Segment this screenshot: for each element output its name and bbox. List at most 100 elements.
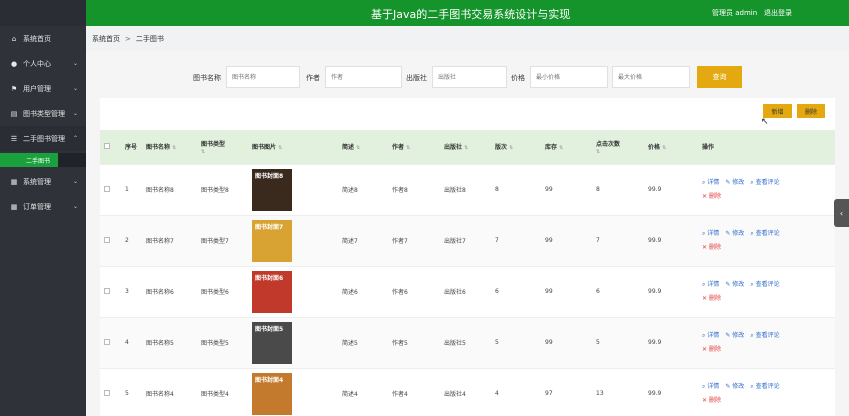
min-price-input[interactable] bbox=[530, 66, 608, 88]
publisher-label: 出版社 bbox=[406, 74, 427, 82]
batch-delete-button[interactable]: 删除 bbox=[797, 104, 825, 118]
row-checkbox[interactable] bbox=[100, 163, 121, 215]
header-clicks[interactable]: 点击次数 ⇅ bbox=[592, 130, 644, 164]
row-ops: ⌕ 详情 ✎ 修改 ⌕ 查看评论 ✕ 删除 bbox=[698, 265, 835, 317]
breadcrumb-home[interactable]: 系统首页 bbox=[92, 34, 120, 44]
header-index[interactable]: 序号 bbox=[121, 130, 142, 164]
book-cover-image[interactable]: 图书封面8 bbox=[252, 168, 292, 211]
book-cover-text: 图书封面8 bbox=[255, 172, 284, 180]
detail-button[interactable]: ⌕ 详情 bbox=[702, 332, 719, 339]
collapse-panel-button[interactable]: ‹ bbox=[834, 199, 849, 227]
row-publisher: 出版社4 bbox=[440, 367, 491, 416]
edit-button[interactable]: ✎ 修改 bbox=[725, 281, 744, 288]
delete-button[interactable]: ✕ 删除 bbox=[702, 193, 721, 200]
header-author[interactable]: 作者 ⇅ bbox=[388, 130, 440, 164]
row-desc: 简述6 bbox=[338, 265, 388, 317]
row-ops: ⌕ 详情 ✎ 修改 ⌕ 查看评论 ✕ 删除 bbox=[698, 214, 835, 266]
row-type: 图书类型8 bbox=[197, 163, 248, 215]
author-input[interactable] bbox=[325, 66, 402, 88]
edit-button[interactable]: ✎ 修改 bbox=[725, 179, 744, 186]
delete-button[interactable]: ✕ 删除 bbox=[702, 397, 721, 404]
header-edition[interactable]: 版次 ⇅ bbox=[491, 130, 541, 164]
add-button[interactable]: 新增 bbox=[763, 104, 792, 118]
row-name: 图书名称7 bbox=[142, 214, 197, 266]
close-icon: ✕ bbox=[702, 345, 708, 353]
row-checkbox[interactable] bbox=[100, 214, 121, 266]
row-image: 图书封面7 bbox=[248, 214, 338, 266]
max-price-input[interactable] bbox=[612, 66, 690, 88]
detail-button[interactable]: ⌕ 详情 bbox=[702, 281, 719, 288]
row-desc: 简述8 bbox=[338, 163, 388, 215]
delete-button[interactable]: ✕ 删除 bbox=[702, 346, 721, 353]
edit-button[interactable]: ✎ 修改 bbox=[725, 383, 744, 390]
book-cover-image[interactable]: 图书封面4 bbox=[252, 372, 292, 415]
header-type[interactable]: 图书类型 ⇅ bbox=[197, 130, 248, 164]
sidebar-item-label: 用户管理 bbox=[23, 84, 51, 93]
publisher-input[interactable] bbox=[432, 66, 507, 88]
row-price: 99.9 bbox=[644, 163, 698, 215]
row-checkbox[interactable] bbox=[100, 367, 121, 416]
row-clicks: 13 bbox=[592, 367, 644, 416]
detail-button[interactable]: ⌕ 详情 bbox=[702, 230, 719, 237]
row-edition: 8 bbox=[491, 163, 541, 215]
search-icon: ⌕ bbox=[750, 280, 754, 288]
row-author: 作者7 bbox=[388, 214, 440, 266]
sidebar-item-3[interactable]: ▤ 图书类型管理 ⌄ bbox=[0, 101, 86, 126]
sidebar-item-6[interactable]: ▦ 订单管理 ⌄ bbox=[0, 194, 86, 219]
query-button[interactable]: 查询 bbox=[697, 66, 742, 88]
search-icon: ⌕ bbox=[702, 178, 706, 186]
sidebar-item-label: 个人中心 bbox=[23, 59, 51, 68]
row-author: 作者4 bbox=[388, 367, 440, 416]
header-desc[interactable]: 简述 ⇅ bbox=[338, 130, 388, 164]
sidebar-item-label: 二手图书管理 bbox=[23, 134, 65, 143]
search-icon: ⌕ bbox=[750, 229, 754, 237]
search-bar: 图书名称 作者 出版社 价格 查询 bbox=[86, 51, 849, 98]
chevron-down-icon: ⌄ bbox=[72, 60, 78, 67]
row-index: 3 bbox=[121, 265, 142, 317]
home-icon: ⌂ bbox=[11, 34, 17, 43]
grid-icon: ▦ bbox=[10, 202, 18, 211]
detail-button[interactable]: ⌕ 详情 bbox=[702, 383, 719, 390]
sidebar-item-0[interactable]: ⌂ 系统首页 bbox=[0, 26, 86, 51]
main-content: 图书名称 作者 出版社 价格 查询 新增 删除 序号 图书名称 ⇅ bbox=[86, 51, 849, 416]
book-icon: ▤ bbox=[10, 109, 18, 118]
sidebar-item-1[interactable]: ● 个人中心 ⌄ bbox=[0, 51, 86, 76]
view-reviews-button[interactable]: ⌕ 查看评论 bbox=[750, 383, 779, 390]
row-checkbox[interactable] bbox=[100, 265, 121, 317]
detail-button[interactable]: ⌕ 详情 bbox=[702, 179, 719, 186]
row-type: 图书类型6 bbox=[197, 265, 248, 317]
book-cover-image[interactable]: 图书封面6 bbox=[252, 270, 292, 313]
sidebar-menu: ⌂ 系统首页 ● 个人中心 ⌄ ⚑ 用户管理 ⌄ ▤ 图书类型管理 ⌄ ☰ 二手图书管理 ⌃ 二手图书 ▦ 系统… bbox=[0, 26, 86, 219]
view-reviews-button[interactable]: ⌕ 查看评论 bbox=[750, 332, 779, 339]
book-name-input[interactable] bbox=[226, 66, 300, 88]
select-all-checkbox[interactable] bbox=[100, 130, 121, 164]
sidebar-item-5[interactable]: ▦ 系统管理 ⌄ bbox=[0, 169, 86, 194]
edit-button[interactable]: ✎ 修改 bbox=[725, 332, 744, 339]
delete-button[interactable]: ✕ 删除 bbox=[702, 295, 721, 302]
row-name: 图书名称5 bbox=[142, 316, 197, 368]
row-checkbox[interactable] bbox=[100, 316, 121, 368]
header-publisher[interactable]: 出版社 ⇅ bbox=[440, 130, 491, 164]
view-reviews-button[interactable]: ⌕ 查看评论 bbox=[750, 179, 779, 186]
sidebar-item-2[interactable]: ⚑ 用户管理 ⌄ bbox=[0, 76, 86, 101]
header-image[interactable]: 图书图片 ⇅ bbox=[248, 130, 338, 164]
pencil-icon: ✎ bbox=[725, 331, 731, 339]
header-price[interactable]: 价格 ⇅ bbox=[644, 130, 698, 164]
row-index: 2 bbox=[121, 214, 142, 266]
chevron-down-icon: ⌄ bbox=[72, 85, 78, 92]
row-name: 图书名称6 bbox=[142, 265, 197, 317]
chevron-down-icon: ⌄ bbox=[72, 110, 78, 117]
book-cover-image[interactable]: 图书封面7 bbox=[252, 219, 292, 262]
view-reviews-button[interactable]: ⌕ 查看评论 bbox=[750, 281, 779, 288]
delete-button[interactable]: ✕ 删除 bbox=[702, 244, 721, 251]
user-icon: ● bbox=[10, 59, 18, 68]
edit-button[interactable]: ✎ 修改 bbox=[725, 230, 744, 237]
view-reviews-button[interactable]: ⌕ 查看评论 bbox=[750, 230, 779, 237]
book-cover-image[interactable]: 图书封面5 bbox=[252, 321, 292, 364]
logout-link[interactable]: 退出登录 bbox=[764, 8, 792, 18]
sidebar-item-4[interactable]: ☰ 二手图书管理 ⌃ bbox=[0, 126, 86, 151]
header-name[interactable]: 图书名称 ⇅ bbox=[142, 130, 197, 164]
sidebar-subitem-books[interactable]: 二手图书 bbox=[0, 153, 58, 167]
header-stock[interactable]: 库存 ⇅ bbox=[541, 130, 592, 164]
table-header-row: 序号 图书名称 ⇅ 图书类型 ⇅ 图书图片 ⇅ 简述 ⇅ 作者 ⇅ 出版社 ⇅ 版… bbox=[100, 130, 835, 164]
